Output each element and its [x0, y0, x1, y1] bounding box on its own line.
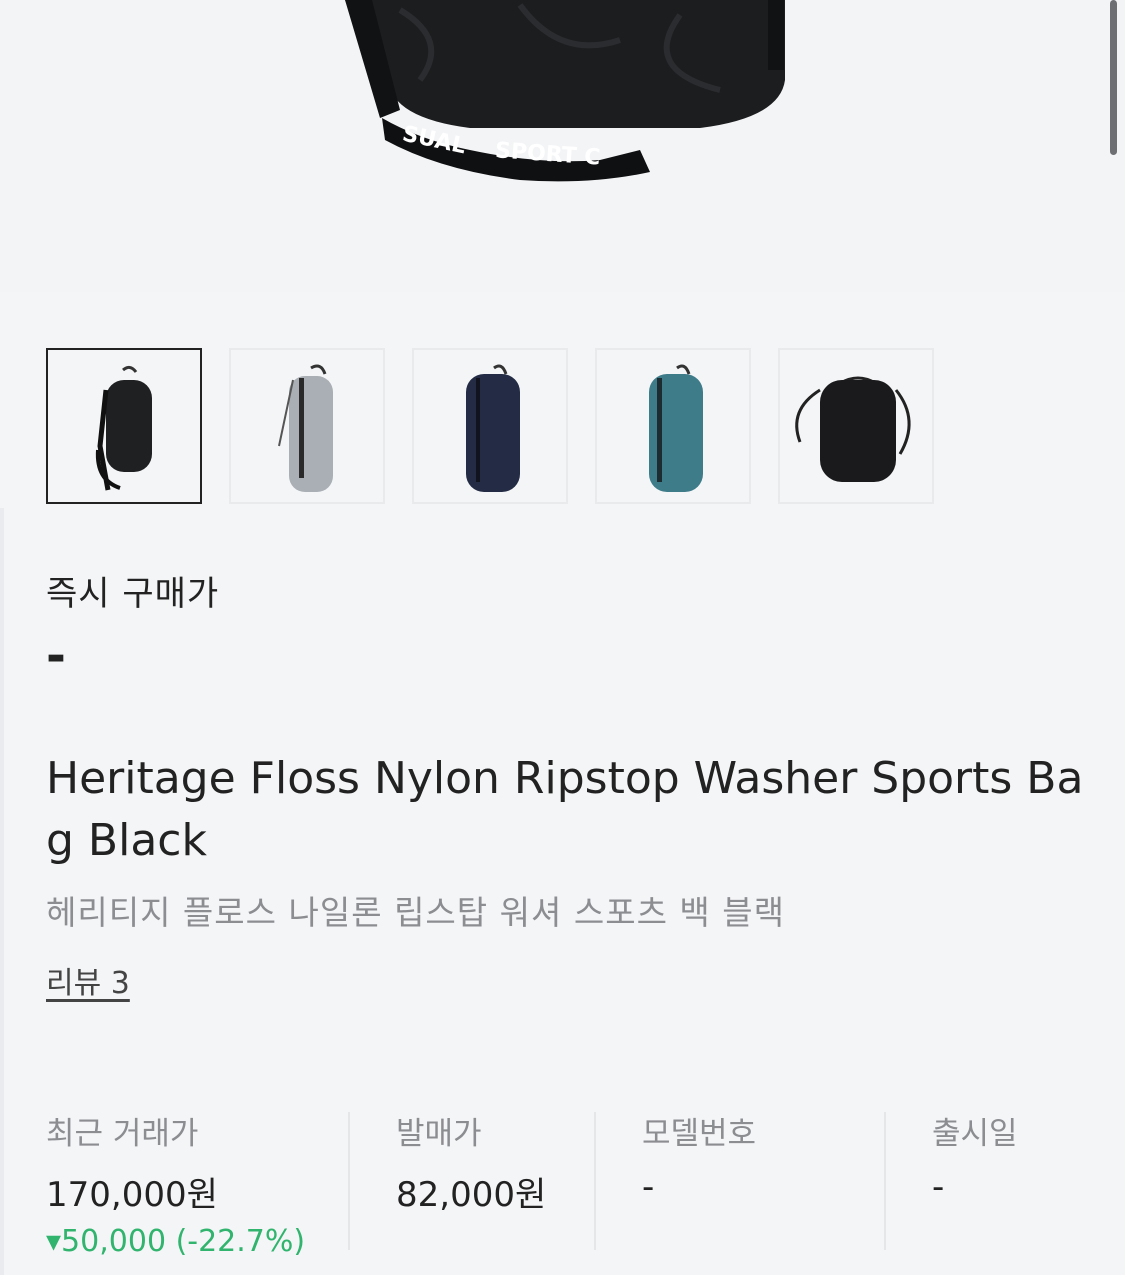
stat-release-price: 발매가 82,000원 [396, 1108, 546, 1216]
thumbnail-navy[interactable] [412, 348, 568, 504]
instant-buy-label: 즉시 구매가 [46, 574, 220, 614]
stat-model-label: 모델번호 [642, 1116, 757, 1152]
stat-release-date: 출시일 - [932, 1108, 1018, 1207]
stat-recent-label: 최근 거래가 [46, 1116, 199, 1152]
bag-thumb-icon [95, 365, 152, 491]
stat-model-number: 모델번호 - [642, 1108, 756, 1207]
thumbnail-black[interactable] [46, 348, 202, 504]
product-stats: 최근 거래가 170,000원 ▾50,000 (-22.7%) 발매가 82,… [0, 1108, 1125, 1259]
thumbnail-gray[interactable] [229, 348, 385, 504]
bag-thumb-icon [278, 364, 333, 492]
bag-thumb-icon [649, 364, 703, 492]
stat-model-value: - [642, 1167, 655, 1207]
stat-divider [348, 1112, 350, 1250]
stat-release-price-value: 82,000원 [396, 1175, 547, 1215]
stat-release-price-label: 발매가 [396, 1116, 482, 1152]
bag-thumb-icon [795, 376, 911, 482]
stat-recent-value: 170,000원 [46, 1175, 218, 1215]
stat-divider [884, 1112, 886, 1250]
product-title-ko: 헤리티지 플로스 나일론 립스탑 워셔 스포츠 백 블랙 [46, 893, 785, 932]
thumbnail-black-alt[interactable] [778, 348, 934, 504]
stat-release-date-value: - [932, 1167, 945, 1207]
stat-divider [594, 1112, 596, 1250]
thumbnail-teal[interactable] [595, 348, 751, 504]
bag-thumb-icon [466, 364, 520, 492]
review-link[interactable]: 리뷰 3 [46, 958, 130, 1002]
stat-recent-change: ▾50,000 (-22.7%) [46, 1224, 306, 1259]
instant-buy-price: - [46, 628, 66, 684]
product-title-en: Heritage Floss Nylon Ripstop Washer Spor… [46, 753, 1084, 866]
stat-release-date-label: 출시일 [932, 1116, 1018, 1152]
stat-recent-trade: 최근 거래가 170,000원 ▾50,000 (-22.7%) [46, 1108, 305, 1259]
page-scrollbar[interactable] [1110, 0, 1117, 155]
product-hero-image[interactable]: SUAL SPORT C [0, 0, 1125, 292]
